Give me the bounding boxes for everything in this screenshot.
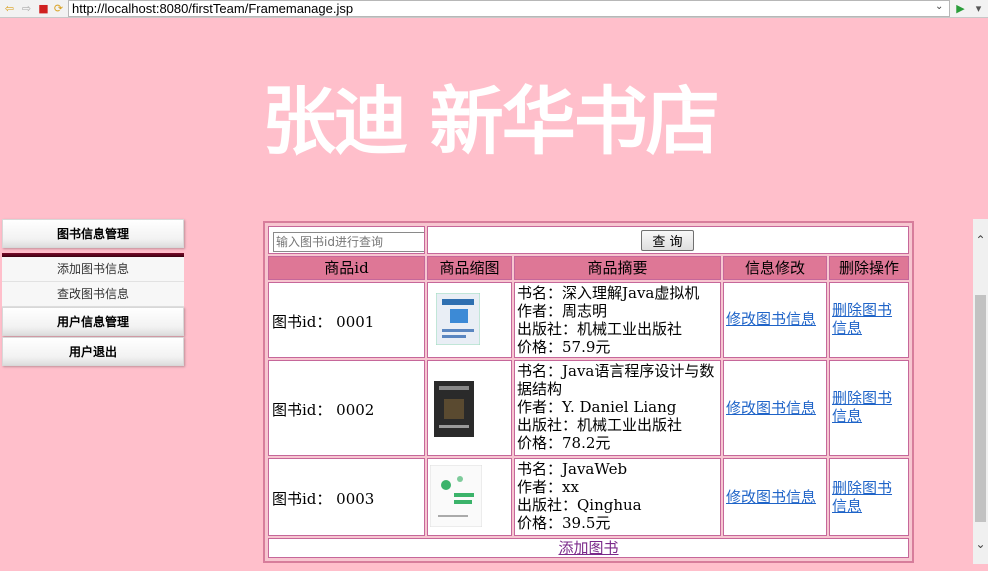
scroll-up-icon[interactable]: ⌃ bbox=[973, 233, 988, 247]
header-summary: 商品摘要 bbox=[514, 256, 721, 280]
nav-user-manage[interactable]: 用户信息管理 bbox=[2, 307, 184, 336]
edit-book-link[interactable]: 修改图书信息 bbox=[726, 399, 816, 417]
forward-icon[interactable]: ⇨ bbox=[20, 2, 33, 15]
book-author: 作者：周志明 bbox=[517, 302, 608, 320]
menu-icon[interactable]: ▾ bbox=[972, 2, 985, 15]
scroll-down-icon[interactable]: ⌄ bbox=[973, 537, 988, 551]
delete-book-link[interactable]: 删除图书信息 bbox=[832, 479, 902, 515]
book-cover-image bbox=[436, 293, 480, 345]
table-row-id: 图书id： 0002 bbox=[268, 360, 425, 456]
nav-query-book[interactable]: 查改图书信息 bbox=[2, 282, 184, 307]
header-edit: 信息修改 bbox=[723, 256, 827, 280]
browser-toolbar: ⇦ ⇨ ■ ⟳ http://localhost:8080/firstTeam/… bbox=[0, 0, 988, 18]
scrollbar-thumb[interactable] bbox=[975, 295, 986, 522]
table-row-edit: 修改图书信息 bbox=[723, 282, 827, 358]
table-row-thumb bbox=[427, 360, 512, 456]
search-button[interactable]: 查 询 bbox=[641, 230, 694, 251]
search-input[interactable] bbox=[273, 232, 424, 252]
table-row-summary: 书名：Java语言程序设计与数据结构 作者：Y. Daniel Liang 出版… bbox=[514, 360, 721, 456]
nav-logout[interactable]: 用户退出 bbox=[2, 337, 184, 366]
table-row-edit: 修改图书信息 bbox=[723, 458, 827, 536]
book-publisher: 出版社：机械工业出版社 bbox=[517, 320, 683, 338]
delete-book-link[interactable]: 删除图书信息 bbox=[832, 301, 902, 337]
book-id: 图书id： 0002 bbox=[272, 401, 375, 419]
edit-book-link[interactable]: 修改图书信息 bbox=[726, 310, 816, 328]
book-author: 作者：xx bbox=[517, 478, 579, 496]
book-author: 作者：Y. Daniel Liang bbox=[517, 398, 677, 416]
book-title: 书名：深入理解Java虚拟机 bbox=[517, 284, 700, 302]
table-row-thumb bbox=[427, 458, 512, 536]
header-thumb: 商品缩图 bbox=[427, 256, 512, 280]
book-id: 图书id： 0003 bbox=[272, 490, 375, 508]
book-title: 书名：JavaWeb bbox=[517, 460, 628, 478]
book-publisher: 出版社：机械工业出版社 bbox=[517, 416, 683, 434]
table-row-thumb bbox=[427, 282, 512, 358]
go-icon[interactable]: ▶ bbox=[954, 2, 967, 15]
back-icon[interactable]: ⇦ bbox=[3, 2, 16, 15]
header-id: 商品id bbox=[268, 256, 425, 280]
search-button-cell: 查 询 bbox=[427, 226, 909, 254]
refresh-icon[interactable]: ⟳ bbox=[52, 2, 65, 15]
delete-book-link[interactable]: 删除图书信息 bbox=[832, 389, 902, 425]
search-cell bbox=[268, 226, 425, 254]
nav-add-book[interactable]: 添加图书信息 bbox=[2, 257, 184, 282]
table-row-summary: 书名：JavaWeb 作者：xx 出版社：Qinghua 价格：39.5元 bbox=[514, 458, 721, 536]
book-title: 书名：Java语言程序设计与数据结构 bbox=[517, 362, 715, 398]
book-cover-image bbox=[430, 465, 482, 527]
header-delete: 删除操作 bbox=[829, 256, 909, 280]
url-input[interactable]: http://localhost:8080/firstTeam/Frameman… bbox=[68, 0, 950, 17]
sidebar-nav: 图书信息管理 添加图书信息 查改图书信息 用户信息管理 用户退出 bbox=[2, 219, 184, 366]
add-book-link[interactable]: 添加图书 bbox=[558, 539, 618, 557]
book-id: 图书id： 0001 bbox=[272, 313, 375, 331]
table-row-summary: 书名：深入理解Java虚拟机 作者：周志明 出版社：机械工业出版社 价格：57.… bbox=[514, 282, 721, 358]
book-publisher: 出版社：Qinghua bbox=[517, 496, 642, 514]
page-scrollbar[interactable]: ⌃ ⌄ bbox=[973, 219, 988, 564]
table-row-delete: 删除图书信息 bbox=[829, 360, 909, 456]
book-price: 价格：57.9元 bbox=[517, 338, 611, 356]
book-price: 价格：78.2元 bbox=[517, 434, 611, 452]
nav-book-manage[interactable]: 图书信息管理 bbox=[2, 219, 184, 248]
book-table: 查 询 商品id 商品缩图 商品摘要 信息修改 删除操作 图书id： 0001 … bbox=[263, 221, 914, 563]
add-book-cell: 添加图书 bbox=[268, 538, 909, 558]
store-title: 张迪 新华书店 bbox=[262, 79, 720, 165]
table-row-delete: 删除图书信息 bbox=[829, 458, 909, 536]
book-price: 价格：39.5元 bbox=[517, 514, 611, 532]
table-row-edit: 修改图书信息 bbox=[723, 360, 827, 456]
table-row-id: 图书id： 0001 bbox=[268, 282, 425, 358]
book-cover-image bbox=[434, 381, 474, 437]
stop-icon[interactable]: ■ bbox=[37, 2, 50, 15]
table-row-delete: 删除图书信息 bbox=[829, 282, 909, 358]
table-row-id: 图书id： 0003 bbox=[268, 458, 425, 536]
chevron-down-icon[interactable]: ⌄ bbox=[935, 1, 943, 12]
edit-book-link[interactable]: 修改图书信息 bbox=[726, 488, 816, 506]
